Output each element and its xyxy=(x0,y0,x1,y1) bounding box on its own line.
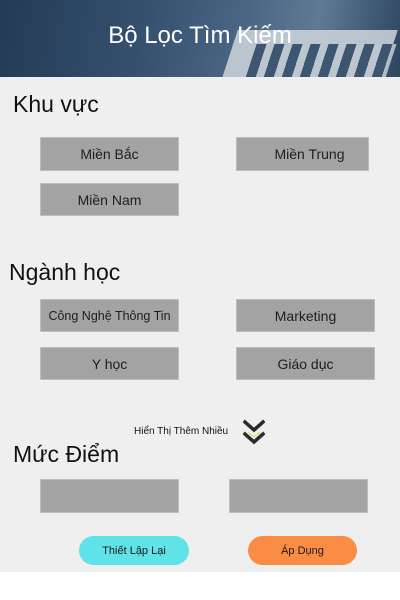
reset-button[interactable]: Thiết Lập Lại xyxy=(79,536,189,565)
chevron-double-down-icon[interactable] xyxy=(243,419,265,447)
major-option-it[interactable]: Công Nghệ Thông Tin xyxy=(40,299,179,332)
region-option-central[interactable]: Miền Trung xyxy=(236,137,369,171)
score-min-field[interactable] xyxy=(40,479,179,513)
major-option-education[interactable]: Giáo dục xyxy=(236,347,375,380)
header-banner: Bộ Lọc Tìm Kiếm xyxy=(0,0,400,77)
major-option-marketing[interactable]: Marketing xyxy=(236,299,375,332)
apply-button[interactable]: Áp Dụng xyxy=(248,536,357,565)
major-option-medicine[interactable]: Y học xyxy=(40,347,179,380)
page-title: Bộ Lọc Tìm Kiếm xyxy=(108,22,292,49)
score-max-field[interactable] xyxy=(229,479,368,513)
score-heading: Mức Điểm xyxy=(13,441,120,467)
region-option-north[interactable]: Miền Bắc xyxy=(40,137,179,171)
region-option-south[interactable]: Miền Nam xyxy=(40,183,179,216)
region-heading: Khu vực xyxy=(13,91,99,117)
major-heading: Ngành học xyxy=(9,259,121,285)
show-more-link[interactable]: Hiển Thị Thêm Nhiều xyxy=(134,426,228,437)
